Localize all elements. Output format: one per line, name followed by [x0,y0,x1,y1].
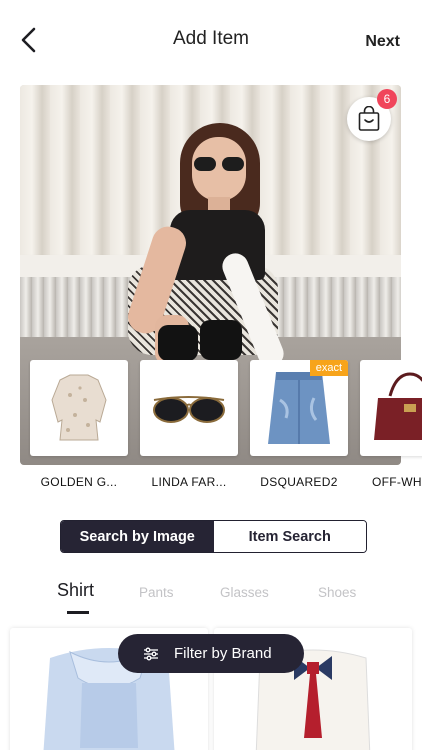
product-card-handbag[interactable] [360,360,422,456]
active-tab-indicator [67,611,89,614]
person-boot-right [200,320,242,360]
handbag-thumbnail-icon [374,372,422,440]
item-search-tab[interactable]: Item Search [213,521,366,552]
bag-count-badge: 6 [377,89,397,109]
tab-shirt[interactable]: Shirt [57,580,94,601]
exact-match-tag: exact [309,360,348,376]
filter-by-brand-button[interactable]: Filter by Brand [118,634,304,673]
header: Add Item Next [0,0,422,80]
product-label: OFF-WH [372,475,422,489]
product-card-denim-skirt[interactable]: exact [250,360,348,456]
sunglasses-thumbnail-icon [153,396,225,423]
sliders-icon [144,647,158,660]
tab-glasses[interactable]: Glasses [220,585,269,600]
product-card-sunglasses[interactable] [140,360,238,456]
person-sunglasses [192,157,246,171]
shopping-bag-icon [358,106,380,131]
search-mode-toggle: Search by Image Item Search [60,520,367,553]
filter-by-brand-label: Filter by Brand [174,645,272,662]
detected-products-carousel[interactable]: exact GOLDEN G... LINDA FAR... DSQUARED2… [28,360,422,490]
product-label: GOLDEN G... [40,475,118,489]
tab-shoes[interactable]: Shoes [318,585,356,600]
tab-pants[interactable]: Pants [139,585,174,600]
person-boot-left [158,325,198,361]
blouse-thumbnail-icon [51,374,107,441]
page-title: Add Item [172,28,250,49]
product-label: LINDA FAR... [151,475,227,489]
product-card-blouse[interactable] [30,360,128,456]
search-by-image-tab[interactable]: Search by Image [61,521,214,552]
product-label: DSQUARED2 [260,475,338,489]
next-button[interactable]: Next [365,33,400,51]
